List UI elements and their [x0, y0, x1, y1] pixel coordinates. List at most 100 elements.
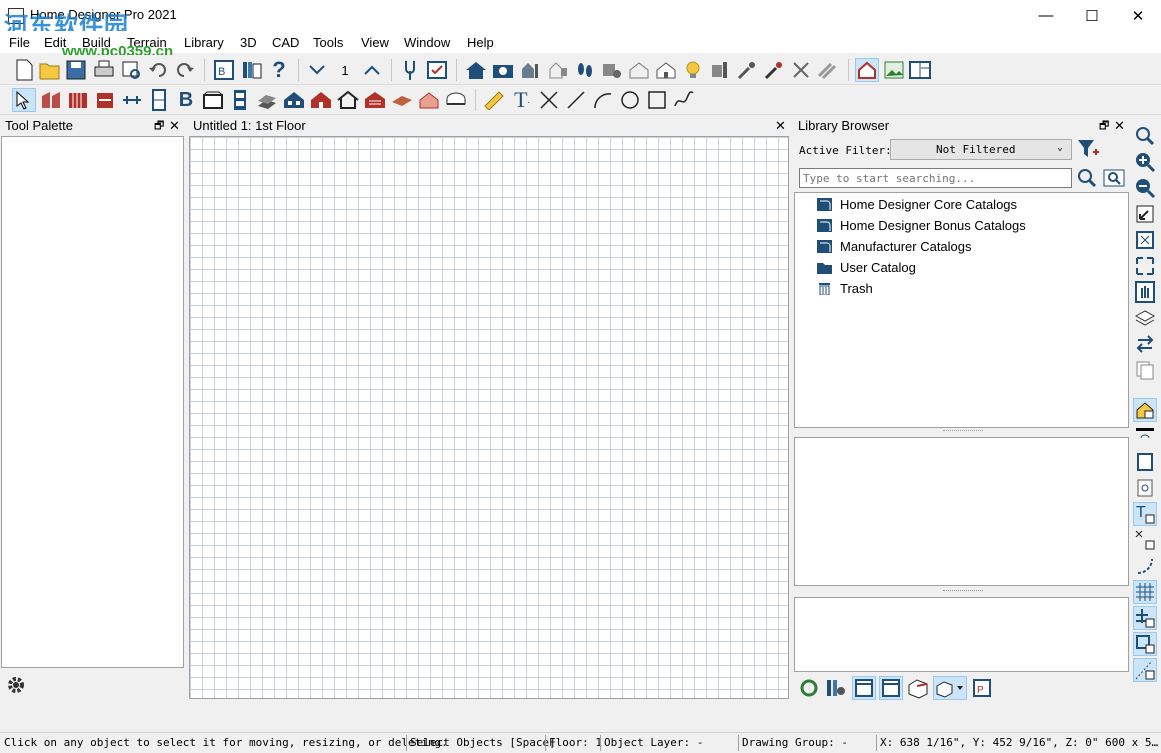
line-drawing-icon[interactable] [816, 58, 840, 82]
grid-snap-icon[interactable] [1133, 580, 1157, 604]
search-icon[interactable] [1076, 167, 1098, 189]
angle-check-icon[interactable] [1133, 658, 1157, 682]
list-item[interactable]: Manufacturer Catalogs [817, 236, 972, 256]
house-3d-icon[interactable] [464, 58, 488, 82]
ruler-icon[interactable] [482, 88, 506, 112]
save-icon[interactable] [64, 58, 88, 82]
close-window-button[interactable]: ✕ [1115, 0, 1161, 31]
undo-zoom-icon[interactable] [1133, 202, 1157, 226]
wall-tool-icon[interactable] [39, 88, 63, 112]
print-preview-icon[interactable] [119, 58, 143, 82]
list-item[interactable]: Home Designer Core Catalogs [817, 194, 1017, 214]
cabinet-icon[interactable] [93, 88, 117, 112]
help-icon[interactable]: ? [267, 57, 291, 82]
slab-icon[interactable] [444, 88, 468, 112]
plan-check-icon[interactable]: B [212, 58, 236, 82]
page-icon[interactable] [1133, 450, 1157, 474]
view-mode-1-icon[interactable] [852, 676, 876, 700]
pan-hand-icon[interactable] [1133, 280, 1157, 304]
spline-tool-icon[interactable] [672, 88, 696, 112]
print-icon[interactable] [92, 58, 116, 82]
framing-icon[interactable] [336, 88, 360, 112]
eyedropper-icon[interactable] [735, 58, 759, 82]
menu-library[interactable]: Library [184, 35, 224, 50]
redo-icon[interactable] [173, 58, 197, 82]
catalog-manager-icon[interactable] [824, 676, 848, 700]
cabinet-tool-icon[interactable] [201, 88, 225, 112]
box-tool-icon[interactable] [645, 88, 669, 112]
menu-file[interactable]: File [9, 35, 30, 50]
gear-icon[interactable] [5, 674, 27, 696]
swap-icon[interactable] [1133, 332, 1157, 356]
view-mode-2-icon[interactable] [879, 676, 903, 700]
exterior-view-icon[interactable] [654, 58, 678, 82]
picture-icon[interactable] [882, 58, 906, 82]
dollhouse-icon[interactable] [627, 58, 651, 82]
snap-check-icon[interactable] [1133, 528, 1157, 552]
splitter-handle[interactable] [943, 590, 983, 593]
filter-icon[interactable] [1076, 138, 1100, 160]
undo-icon[interactable] [146, 58, 170, 82]
advanced-search-icon[interactable] [1103, 168, 1125, 188]
menu-tools[interactable]: Tools [313, 35, 343, 50]
arc-tool-icon[interactable] [591, 88, 615, 112]
menu-window[interactable]: Window [404, 35, 450, 50]
camera-view-icon[interactable] [600, 58, 624, 82]
house-red-icon[interactable] [309, 88, 333, 112]
camera-icon[interactable] [491, 58, 515, 82]
list-item[interactable]: Trash [817, 278, 873, 298]
menu-help[interactable]: Help [467, 35, 494, 50]
minimize-button[interactable]: — [1023, 0, 1069, 31]
show-house-icon[interactable] [855, 58, 879, 82]
cad-x-icon[interactable] [537, 88, 561, 112]
text-tool-icon[interactable]: T. [510, 87, 534, 112]
material-eyedropper-icon[interactable] [762, 58, 786, 82]
garage-icon[interactable] [363, 88, 387, 112]
library-books-icon[interactable] [240, 58, 264, 82]
splitter-handle[interactable] [943, 430, 983, 433]
tool-palette-close-icon[interactable]: ✕ [169, 118, 180, 134]
floor-up-icon[interactable] [360, 58, 384, 82]
door-tool-icon[interactable]: B [174, 88, 198, 112]
copy-page-icon[interactable] [1133, 358, 1157, 382]
object-snap-icon[interactable] [1133, 632, 1157, 656]
info-icon[interactable]: P [970, 676, 994, 700]
menu-view[interactable]: View [361, 35, 389, 50]
circle-tool-icon[interactable] [618, 88, 642, 112]
object-icon[interactable] [906, 676, 930, 700]
zoom-out-icon[interactable] [1133, 176, 1157, 200]
railing-icon[interactable] [66, 88, 90, 112]
walkthrough-icon[interactable] [573, 58, 597, 82]
checklist-icon[interactable] [425, 58, 449, 82]
stairs-icon[interactable] [255, 88, 279, 112]
cross-section-icon[interactable] [546, 58, 570, 82]
zoom-in-icon[interactable] [1133, 150, 1157, 174]
material-painter-icon[interactable] [708, 58, 732, 82]
elevation-icon[interactable] [518, 58, 542, 82]
menu-3d[interactable]: 3D [240, 35, 257, 50]
house-check-icon[interactable] [1133, 398, 1157, 422]
floor-down-icon[interactable] [305, 58, 329, 82]
library-restore-icon[interactable]: 🗗 [1099, 117, 1109, 136]
layer-toggle-icon[interactable] [1133, 424, 1157, 448]
menu-cad[interactable]: CAD [272, 35, 299, 50]
layout-view-icon[interactable] [908, 58, 932, 82]
copy-dropdown-icon[interactable] [933, 676, 967, 700]
foundation-icon[interactable] [417, 88, 441, 112]
fixture-tool-icon[interactable] [228, 88, 252, 112]
drawing-canvas[interactable] [189, 136, 789, 699]
open-folder-icon[interactable] [38, 58, 62, 82]
text-check-icon[interactable]: T [1133, 502, 1157, 526]
zoom-icon[interactable] [1133, 124, 1157, 148]
light-bulb-icon[interactable] [681, 58, 705, 82]
glass-house-icon[interactable] [789, 58, 813, 82]
list-item[interactable]: Home Designer Bonus Catalogs [817, 215, 1026, 235]
filter-dropdown[interactable]: Not Filtered ⌄ [890, 139, 1072, 160]
fill-window-icon[interactable] [1133, 228, 1157, 252]
layers-icon[interactable] [1133, 306, 1157, 330]
edit-tool-icon[interactable] [398, 58, 422, 82]
library-search-input[interactable] [799, 168, 1072, 188]
dimension-icon[interactable] [120, 88, 144, 112]
grid-toggle-icon[interactable] [1133, 606, 1157, 630]
refresh-icon[interactable] [797, 676, 821, 700]
